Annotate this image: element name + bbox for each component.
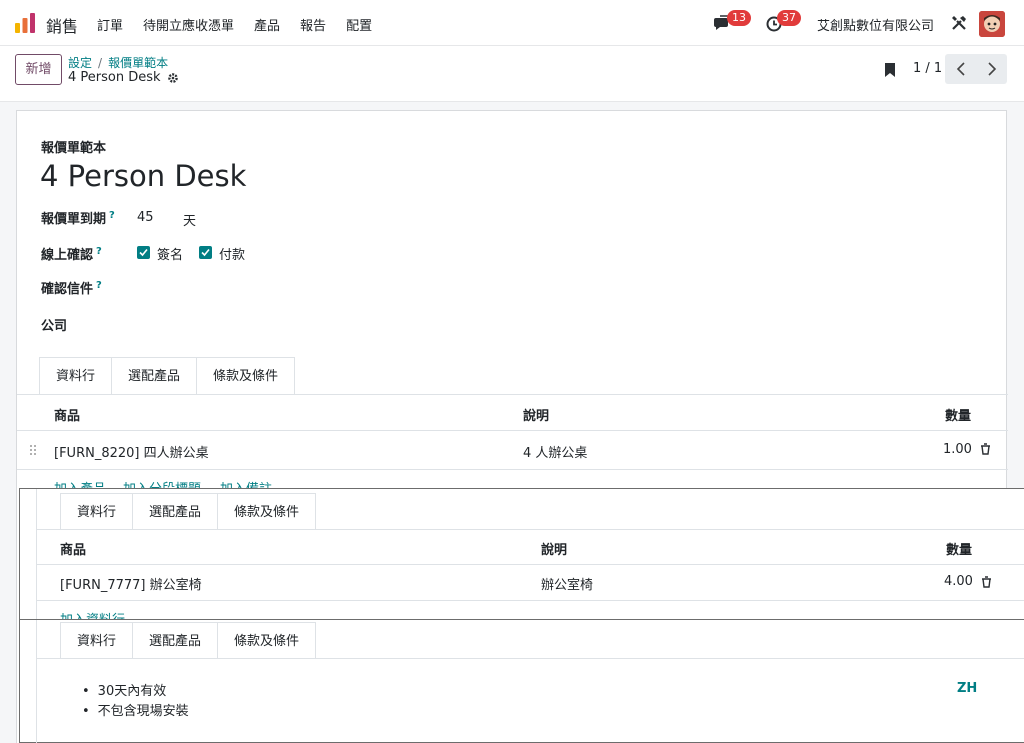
chevron-right-icon: [987, 62, 996, 76]
expiry-unit: 天: [183, 214, 197, 229]
optional-description[interactable]: 辦公室椅: [541, 574, 593, 593]
company-label: 公司: [41, 319, 68, 334]
tab-terms[interactable]: 條款及條件: [217, 622, 317, 659]
template-name-label: 報價單範本: [41, 141, 107, 156]
breadcrumb-settings[interactable]: 設定: [68, 56, 92, 70]
optional-quantity[interactable]: 4.00: [944, 574, 973, 589]
help-tooltip-icon[interactable]: ?: [96, 246, 102, 257]
checkmark-icon: [139, 248, 148, 257]
row-divider: [17, 469, 1008, 470]
terms-panel: 資料行 選配產品 條款及條件 30天內有效 不包含現場安裝 ZH: [19, 619, 1024, 743]
confirmation-mail-label: 確認信件?: [41, 279, 102, 297]
menu-configuration[interactable]: 配置: [346, 15, 372, 34]
expiry-label: 報價單到期?: [41, 209, 115, 227]
menu-orders[interactable]: 訂單: [97, 15, 123, 34]
breadcrumb-current: 4 Person Desk: [68, 70, 179, 85]
payment-checkbox[interactable]: [199, 246, 212, 259]
chevron-left-icon: [956, 62, 965, 76]
current-record-name: 4 Person Desk: [68, 70, 161, 85]
column-product[interactable]: 商品: [60, 539, 86, 558]
column-description[interactable]: 說明: [523, 405, 549, 424]
trash-icon[interactable]: [980, 443, 991, 455]
breadcrumb-quotation-templates[interactable]: 報價單範本: [108, 56, 168, 70]
line-description[interactable]: 4 人辦公桌: [523, 442, 587, 461]
tab-divider: [36, 658, 1024, 659]
tab-optional-products[interactable]: 選配產品: [132, 622, 219, 659]
main-menu: 訂單 待開立應收憑單 產品 報告 配置: [97, 15, 392, 34]
help-tooltip-icon[interactable]: ?: [96, 280, 102, 291]
template-name-field[interactable]: 4 Person Desk: [40, 159, 246, 193]
tab-terms[interactable]: 條款及條件: [196, 357, 296, 394]
breadcrumb-separator: /: [98, 56, 103, 70]
tab-optional-products[interactable]: 選配產品: [132, 493, 219, 530]
column-quantity[interactable]: 數量: [945, 405, 971, 424]
panel-border: [36, 489, 37, 621]
bookmark-icon[interactable]: [884, 62, 896, 78]
tab-optional-products[interactable]: 選配產品: [111, 357, 198, 394]
row-divider: [36, 600, 1024, 601]
trash-icon[interactable]: [981, 576, 992, 588]
checkmark-icon: [201, 248, 210, 257]
messages-badge: 13: [727, 10, 751, 26]
app-name[interactable]: 銷售: [46, 13, 78, 37]
gear-icon[interactable]: [167, 72, 179, 84]
tab-divider: [17, 394, 1008, 395]
tab-lines[interactable]: 資料行: [39, 357, 113, 394]
payment-label: 付款: [219, 248, 246, 263]
tab-lines[interactable]: 資料行: [60, 493, 134, 530]
control-panel: 新增 設定 / 報價單範本 4 Person Desk 1 / 1: [0, 46, 1024, 102]
pager-next-button[interactable]: [976, 54, 1007, 84]
optional-product[interactable]: [FURN_7777] 辦公室椅: [60, 574, 202, 593]
top-navbar: 銷售 訂單 待開立應收憑單 產品 報告 配置 13 37 艾創點數位有限公司: [0, 0, 1024, 46]
breadcrumb: 設定 / 報價單範本: [68, 54, 168, 71]
debug-tools-icon[interactable]: [951, 15, 967, 31]
online-confirmation-label: 線上確認?: [41, 245, 102, 263]
drag-handle-icon[interactable]: [29, 444, 37, 456]
signature-checkbox[interactable]: [137, 246, 150, 259]
terms-item[interactable]: 不包含現場安裝: [82, 700, 189, 719]
sales-app-icon[interactable]: [14, 12, 36, 34]
line-product[interactable]: [FURN_8220] 四人辦公桌: [54, 442, 209, 461]
line-quantity[interactable]: 1.00: [943, 442, 972, 457]
pager-previous-button[interactable]: [945, 54, 976, 84]
optional-products-panel: 資料行 選配產品 條款及條件 商品 說明 數量 [FURN_7777] 辦公室椅…: [19, 488, 1024, 628]
column-quantity[interactable]: 數量: [946, 539, 972, 558]
tab-divider: [36, 529, 1024, 530]
signature-label: 簽名: [157, 248, 184, 263]
pager-value[interactable]: 1 / 1: [913, 61, 942, 76]
column-product[interactable]: 商品: [54, 405, 80, 424]
menu-products[interactable]: 產品: [254, 15, 280, 34]
panel-border: [36, 620, 37, 743]
header-divider: [36, 564, 1024, 565]
menu-reporting[interactable]: 報告: [300, 15, 326, 34]
activities-badge: 37: [777, 10, 801, 26]
notebook-tabs: 資料行 選配產品 條款及條件: [39, 357, 296, 394]
expiry-days-input[interactable]: 45: [137, 210, 154, 225]
help-tooltip-icon[interactable]: ?: [109, 210, 115, 221]
column-description[interactable]: 說明: [541, 539, 567, 558]
new-button[interactable]: 新增: [15, 54, 62, 85]
header-divider: [17, 430, 1008, 431]
tab-terms[interactable]: 條款及條件: [217, 493, 317, 530]
tab-lines[interactable]: 資料行: [60, 622, 134, 659]
user-avatar[interactable]: [979, 11, 1005, 37]
menu-to-invoice[interactable]: 待開立應收憑單: [143, 15, 234, 34]
language-button[interactable]: ZH: [957, 681, 977, 696]
notebook-tabs: 資料行 選配產品 條款及條件: [60, 493, 317, 530]
company-switcher[interactable]: 艾創點數位有限公司: [817, 15, 934, 34]
notebook-tabs: 資料行 選配產品 條款及條件: [60, 622, 317, 659]
terms-item[interactable]: 30天內有效: [82, 680, 167, 699]
